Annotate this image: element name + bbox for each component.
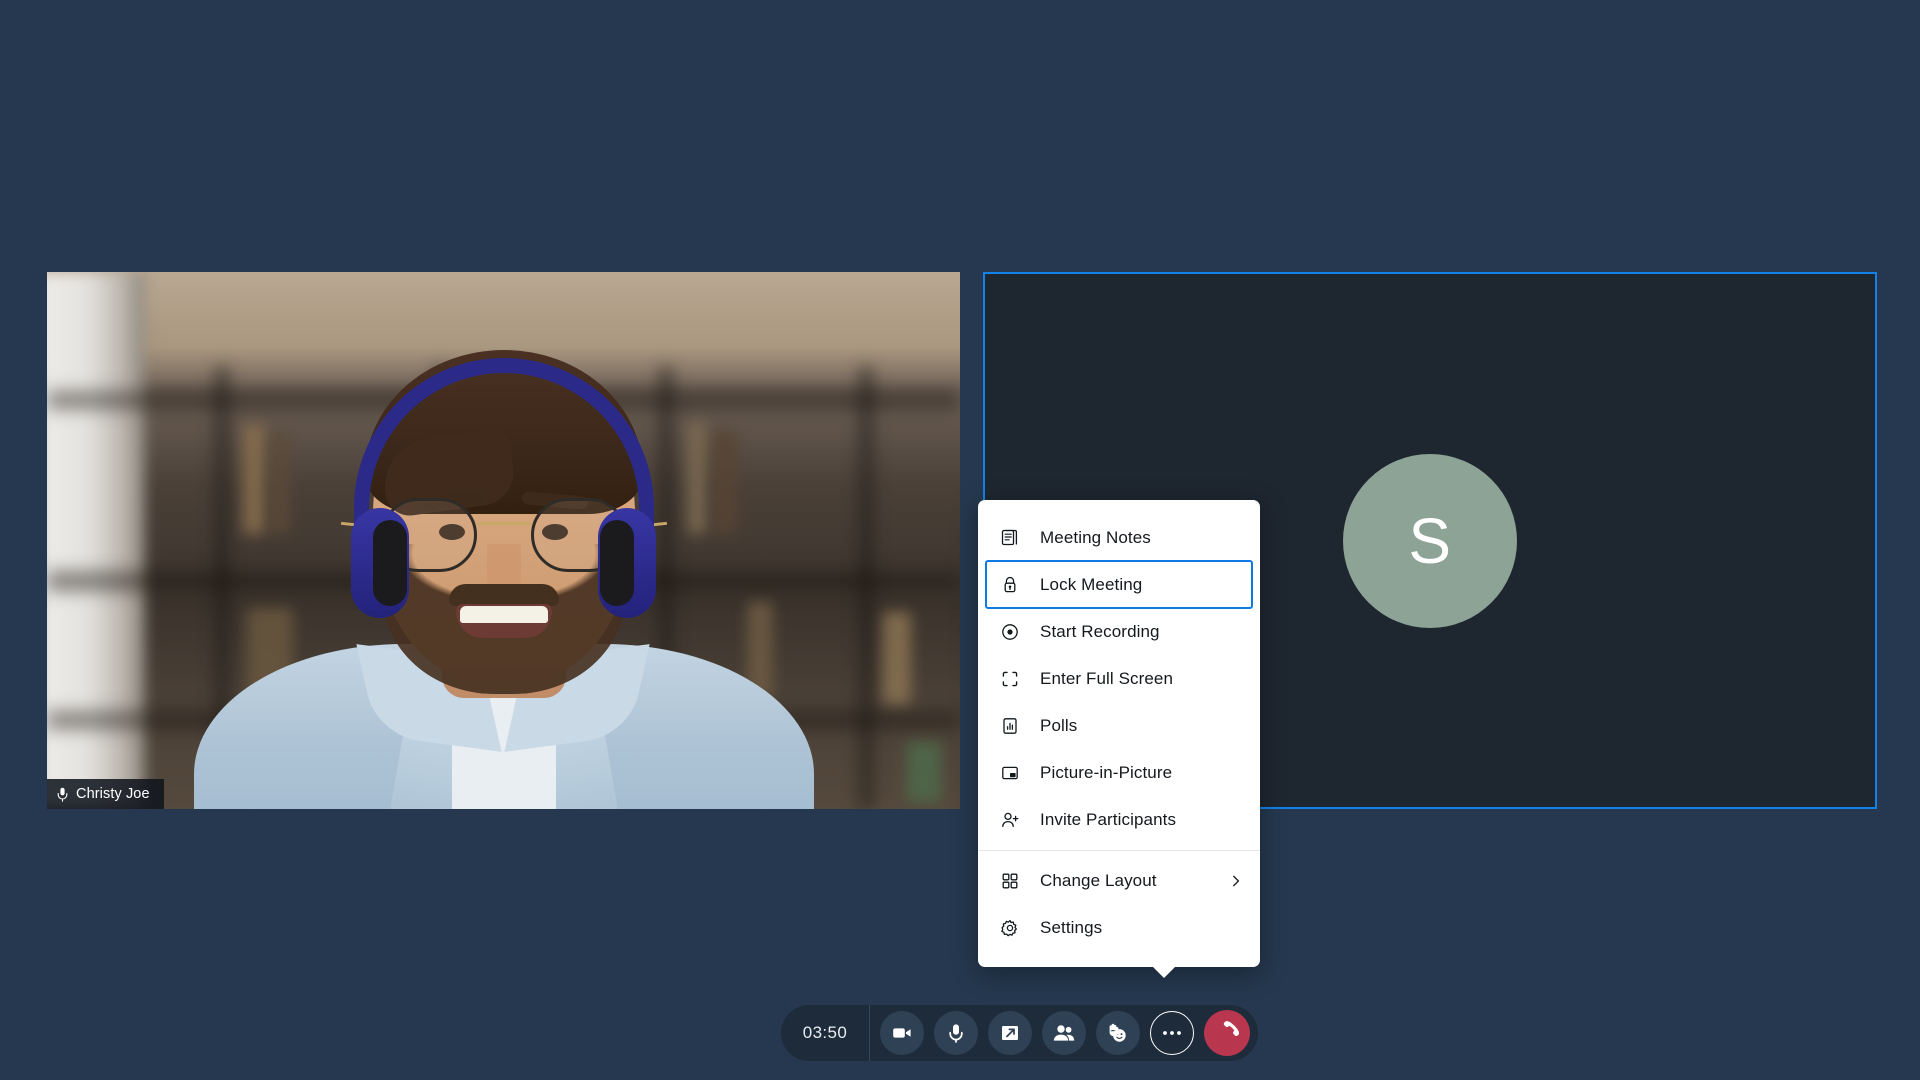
people-icon [1052, 1022, 1076, 1044]
menu-item-invite-participants[interactable]: Invite Participants [978, 796, 1260, 843]
end-call-button[interactable] [1204, 1010, 1250, 1056]
headphone-pad-left [373, 520, 407, 606]
video-camera-icon [891, 1022, 913, 1044]
more-options-button[interactable] [1150, 1011, 1194, 1055]
gear-icon [1000, 918, 1026, 938]
meeting-stage: Christy Joe S Meeting Notes Lock Meeting… [0, 0, 1920, 1080]
menu-item-label: Settings [1040, 917, 1103, 937]
menu-item-polls[interactable]: Polls [978, 702, 1260, 749]
more-options-menu: Meeting Notes Lock Meeting Start Recordi… [978, 500, 1260, 978]
reactions-button[interactable] [1096, 1011, 1140, 1055]
record-icon [1000, 622, 1026, 642]
menu-item-change-layout[interactable]: Change Layout [978, 857, 1260, 904]
microphone-icon [946, 1022, 966, 1044]
menu-item-label: Polls [1040, 715, 1078, 735]
teeth [459, 606, 548, 623]
menu-item-settings[interactable]: Settings [978, 904, 1260, 951]
chevron-right-icon [1228, 873, 1244, 889]
microphone-icon [57, 787, 68, 802]
mouth [455, 604, 552, 638]
share-screen-icon [999, 1022, 1021, 1044]
menu-separator [978, 850, 1260, 851]
menu-pointer-arrow [1152, 966, 1176, 978]
participants-button[interactable] [1042, 1011, 1086, 1055]
video-tile-participant[interactable]: Christy Joe [47, 272, 960, 809]
menu-item-meeting-notes[interactable]: Meeting Notes [978, 514, 1260, 561]
menu-item-lock-meeting[interactable]: Lock Meeting [985, 560, 1253, 609]
menu-item-label: Lock Meeting [1040, 574, 1143, 594]
toolbar-divider [869, 1005, 870, 1061]
ellipsis-icon [1161, 1029, 1183, 1037]
camera-button[interactable] [880, 1011, 924, 1055]
participant-name-badge: Christy Joe [47, 779, 164, 809]
microphone-button[interactable] [934, 1011, 978, 1055]
grid-layout-icon [1000, 871, 1026, 891]
meeting-timer: 03:50 [802, 1023, 848, 1042]
picture-in-picture-icon [1000, 763, 1026, 783]
poll-chart-icon [1000, 716, 1026, 736]
share-screen-button[interactable] [988, 1011, 1032, 1055]
menu-item-picture-in-picture[interactable]: Picture-in-Picture [978, 749, 1260, 796]
headphone-pad-right [600, 520, 634, 606]
mustache [448, 584, 559, 606]
person-add-icon [1000, 810, 1026, 830]
menu-item-label: Enter Full Screen [1040, 668, 1174, 688]
participant-person [47, 272, 960, 809]
phone-hangup-icon [1215, 1021, 1239, 1045]
menu-item-label: Start Recording [1040, 621, 1160, 641]
fullscreen-icon [1000, 669, 1026, 689]
headphones-band [353, 358, 654, 538]
avatar-initial: S [1408, 504, 1452, 577]
meeting-toolbar: 03:50 [781, 1005, 1258, 1061]
raised-hand-smiley-icon [1106, 1022, 1130, 1044]
menu-item-label: Invite Participants [1040, 809, 1177, 829]
avatar: S [1343, 453, 1517, 628]
lock-icon [1000, 575, 1026, 595]
notes-icon [1000, 528, 1026, 548]
menu-item-start-recording[interactable]: Start Recording [978, 608, 1260, 655]
menu-item-label: Change Layout [1040, 870, 1157, 890]
menu-item-label: Meeting Notes [1040, 527, 1151, 547]
menu-item-label: Picture-in-Picture [1040, 762, 1173, 782]
participant-name: Christy Joe [76, 786, 150, 802]
menu-item-enter-full-screen[interactable]: Enter Full Screen [978, 655, 1260, 702]
participant-video-feed [47, 272, 960, 809]
